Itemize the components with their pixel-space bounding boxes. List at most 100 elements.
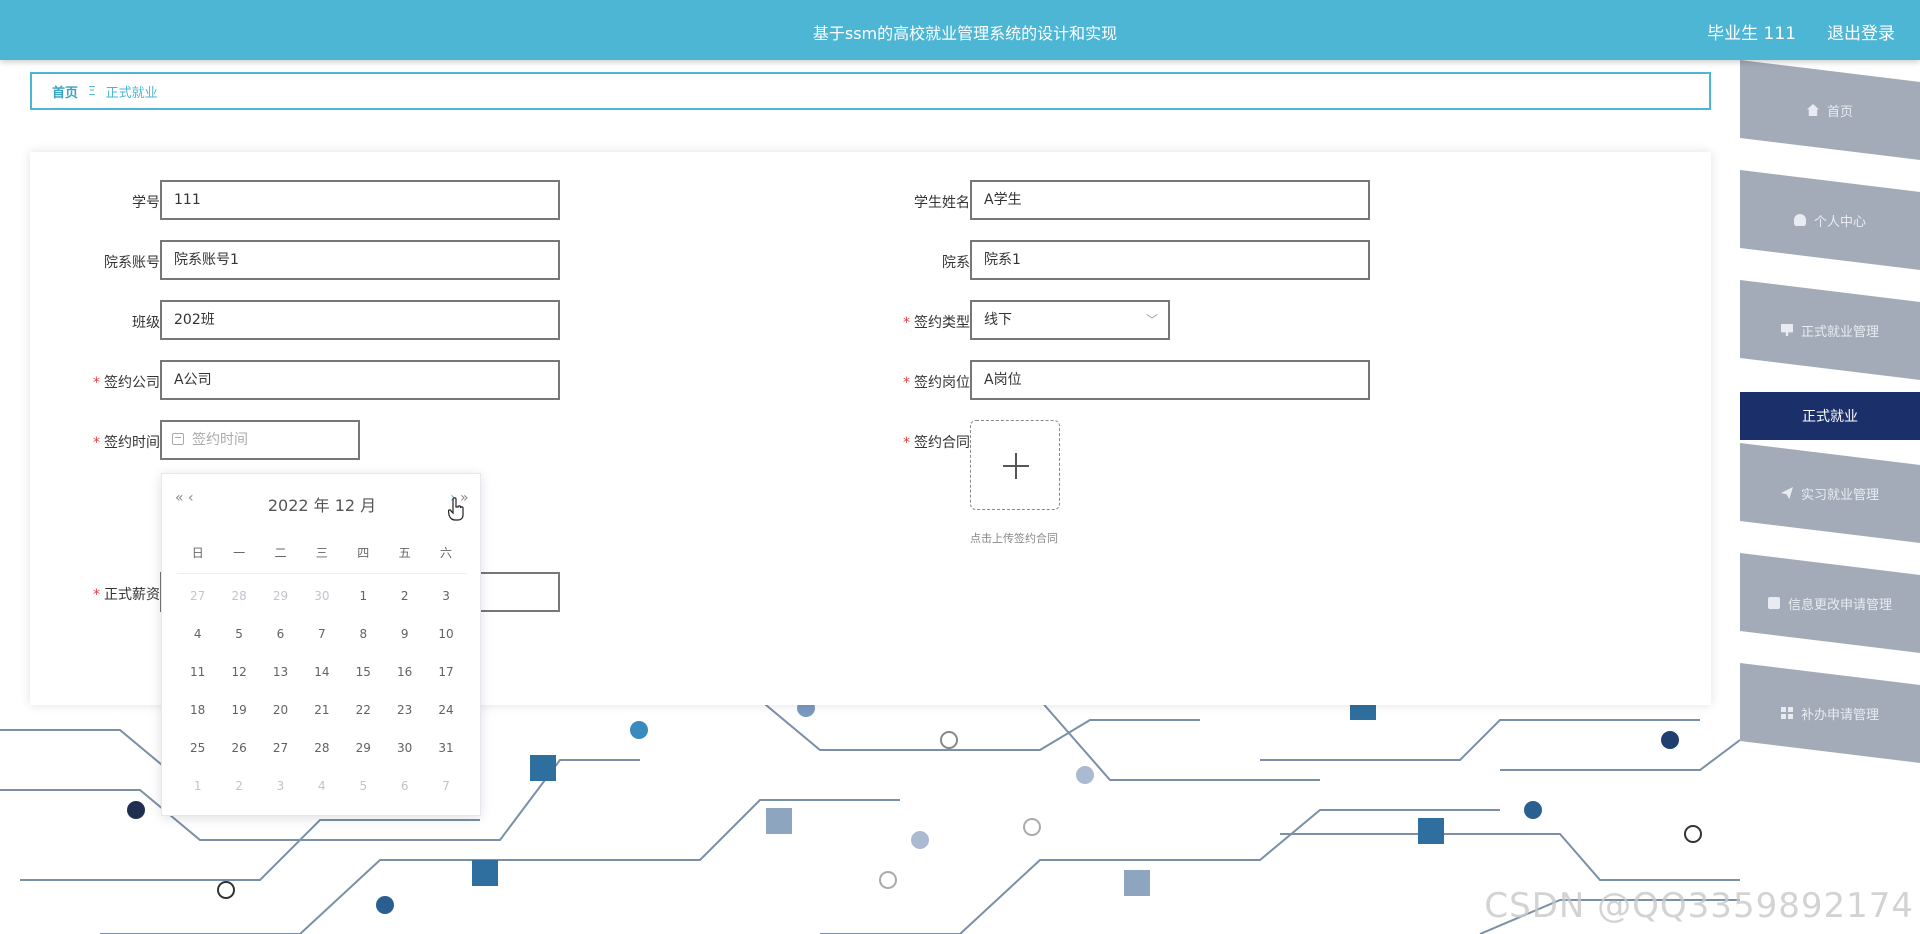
date-cell[interactable]: 31	[425, 736, 466, 774]
app-title: 基于ssm的高校就业管理系统的设计和实现	[812, 24, 1118, 43]
salary-label: * 正式薪资	[30, 584, 160, 604]
date-cell[interactable]: 2	[218, 774, 259, 812]
date-cell[interactable]: 3	[425, 584, 466, 622]
sidebar-menu: 首页 个人中心 正式就业管理 正式就业 实习就业管理 信息更改申请管理 补办申请…	[1740, 60, 1920, 934]
clipboard-icon	[1767, 597, 1780, 609]
weekday-header: 日一二三四五六	[177, 544, 467, 574]
sign-position-label: * 签约岗位	[840, 372, 970, 392]
contract-upload-button[interactable]	[970, 420, 1060, 510]
sidebar-item-label: 实习就业管理	[1800, 487, 1879, 503]
date-cell[interactable]: 7	[301, 622, 342, 660]
date-cell[interactable]: 29	[260, 584, 301, 622]
sidebar-item-personal-center[interactable]: 个人中心	[1740, 170, 1920, 270]
logout-link[interactable]: 退出登录	[1827, 19, 1895, 44]
breadcrumb: 首页 Ξ 正式就业	[30, 72, 1711, 110]
date-cell[interactable]: 15	[343, 660, 384, 698]
date-cell[interactable]: 14	[301, 660, 342, 698]
sign-time-label-text: 签约时间	[104, 435, 160, 451]
hand-cursor-icon	[448, 497, 464, 521]
date-cell[interactable]: 21	[301, 698, 342, 736]
date-cell[interactable]: 6	[384, 774, 425, 812]
plus-icon	[1015, 453, 1017, 479]
date-cell[interactable]: 4	[177, 622, 218, 660]
sidebar-item-formal-employment-mgmt[interactable]: 正式就业管理	[1740, 280, 1920, 380]
date-cell[interactable]: 8	[343, 622, 384, 660]
sign-type-label: * 签约类型	[840, 312, 970, 332]
date-cell[interactable]: 9	[384, 622, 425, 660]
date-cell[interactable]: 30	[384, 736, 425, 774]
date-cell[interactable]: 3	[260, 774, 301, 812]
student-name-field[interactable]: A学生	[970, 180, 1370, 220]
sidebar-item-internship-mgmt[interactable]: 实习就业管理	[1740, 443, 1920, 543]
date-cell[interactable]: 23	[384, 698, 425, 736]
date-cell[interactable]: 30	[301, 584, 342, 622]
sidebar-item-reissue-mgmt[interactable]: 补办申请管理	[1740, 663, 1920, 763]
date-cell[interactable]: 18	[177, 698, 218, 736]
required-mark: *	[93, 587, 100, 603]
required-mark: *	[903, 315, 910, 331]
date-cell[interactable]: 29	[343, 736, 384, 774]
date-cell[interactable]: 27	[177, 584, 218, 622]
date-cell[interactable]: 24	[425, 698, 466, 736]
dept-field[interactable]: 院系1	[970, 240, 1370, 280]
date-cell[interactable]: 26	[218, 736, 259, 774]
date-cell[interactable]: 16	[384, 660, 425, 698]
class-field[interactable]: 202班	[160, 300, 560, 340]
date-cell[interactable]: 4	[301, 774, 342, 812]
date-picker-popup: « ‹ 2022 年 12 月 › » 日一二三四五六 272829301234…	[161, 473, 481, 816]
student-name-label: 学生姓名	[914, 195, 970, 211]
dept-account-label: 院系账号	[104, 255, 160, 271]
date-cell[interactable]: 13	[260, 660, 301, 698]
required-mark: *	[903, 435, 910, 451]
sidebar-item-info-change-mgmt[interactable]: 信息更改申请管理	[1740, 553, 1920, 653]
sign-position-field[interactable]: A岗位	[970, 360, 1370, 400]
date-cell[interactable]: 1	[343, 584, 384, 622]
date-grid: 27 28 29 30 1 2 3 4 5 6 7 8 9 10 11 12 13 14 15 16 17 18 19 20 2…	[177, 584, 467, 812]
date-cell[interactable]: 11	[177, 660, 218, 698]
breadcrumb-home-link[interactable]: 首页	[52, 82, 78, 101]
weekday-label: 二	[274, 546, 287, 560]
student-no-field[interactable]: 111	[160, 180, 560, 220]
weekday-label: 四	[357, 546, 370, 560]
required-mark: *	[903, 375, 910, 391]
sidebar-item-formal-employment[interactable]: 正式就业	[1740, 392, 1920, 440]
sidebar-item-home[interactable]: 首页	[1740, 60, 1920, 160]
date-cell[interactable]: 7	[425, 774, 466, 812]
sign-position-label-text: 签约岗位	[914, 375, 970, 391]
sign-time-placeholder: 签约时间	[192, 432, 248, 448]
sidebar-item-label: 正式就业	[1802, 409, 1858, 425]
sidebar-item-label: 正式就业管理	[1800, 324, 1879, 340]
date-cell[interactable]: 2	[384, 584, 425, 622]
date-cell[interactable]: 22	[343, 698, 384, 736]
date-cell[interactable]: 6	[260, 622, 301, 660]
student-no-label: 学号	[132, 195, 160, 211]
sign-company-label: * 签约公司	[30, 372, 160, 392]
date-cell[interactable]: 27	[260, 736, 301, 774]
user-icon	[1793, 214, 1806, 226]
weekday-label: 日	[191, 546, 204, 560]
required-mark: *	[93, 375, 100, 391]
sign-company-label-text: 签约公司	[104, 375, 160, 391]
weekday-label: 五	[398, 546, 411, 560]
sign-time-label: * 签约时间	[30, 432, 160, 452]
dept-account-field[interactable]: 院系账号1	[160, 240, 560, 280]
sign-type-label-text: 签约类型	[914, 315, 970, 331]
sign-type-value: 线下	[984, 312, 1012, 328]
date-cell[interactable]: 12	[218, 660, 259, 698]
date-cell[interactable]: 1	[177, 774, 218, 812]
date-cell[interactable]: 10	[425, 622, 466, 660]
document-icon	[1780, 324, 1793, 336]
sign-time-input[interactable]: 签约时间	[160, 420, 360, 460]
sign-company-field[interactable]: A公司	[160, 360, 560, 400]
date-cell[interactable]: 19	[218, 698, 259, 736]
sidebar-item-label: 信息更改申请管理	[1787, 597, 1892, 613]
date-cell[interactable]: 5	[343, 774, 384, 812]
sign-type-select[interactable]: 线下 ﹀	[970, 300, 1170, 340]
date-cell[interactable]: 25	[177, 736, 218, 774]
date-picker-title: 2022 年 12 月	[267, 496, 377, 515]
date-cell[interactable]: 20	[260, 698, 301, 736]
date-cell[interactable]: 5	[218, 622, 259, 660]
date-cell[interactable]: 28	[301, 736, 342, 774]
date-cell[interactable]: 17	[425, 660, 466, 698]
date-cell[interactable]: 28	[218, 584, 259, 622]
